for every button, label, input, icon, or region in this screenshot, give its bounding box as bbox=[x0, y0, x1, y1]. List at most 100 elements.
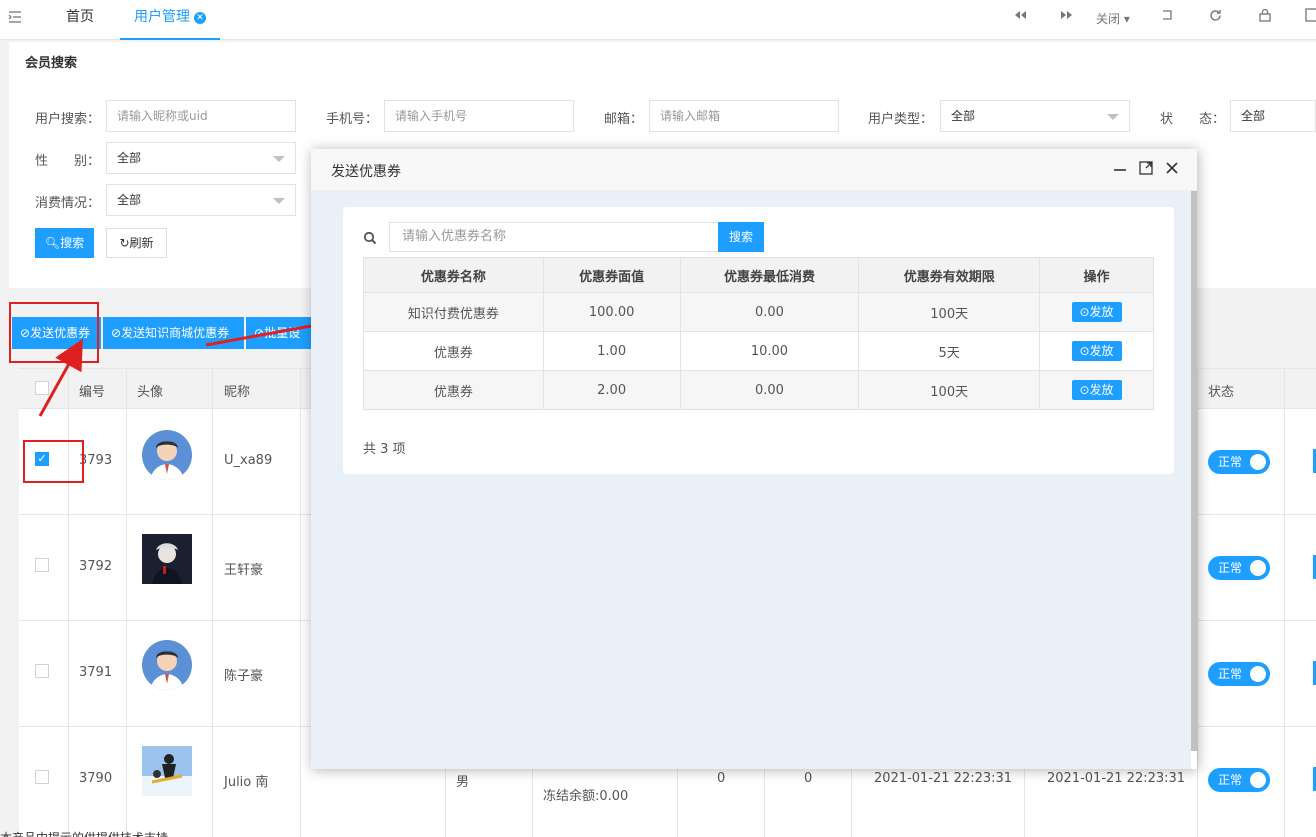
pagination-total: 共 3 项 bbox=[363, 442, 406, 457]
consume-select[interactable]: 全部 bbox=[106, 184, 296, 216]
table-row: 知识付费优惠券 100.00 0.00 100天 ⊙发放 bbox=[363, 292, 1154, 332]
user-search-input[interactable]: 请输入昵称或uid bbox=[106, 100, 296, 132]
phone-label: 手机号： bbox=[326, 112, 379, 127]
row-id: 3790 bbox=[79, 771, 113, 786]
phone-input[interactable]: 请输入手机号 bbox=[384, 100, 574, 132]
maximize-icon[interactable] bbox=[1137, 160, 1155, 178]
refresh-icon[interactable] bbox=[1208, 8, 1223, 27]
back-icon[interactable] bbox=[1160, 8, 1174, 26]
batch-action-button[interactable]: ⊘批量设 bbox=[246, 317, 311, 349]
row-time-2: 2021-01-21 22:23:31 bbox=[1047, 771, 1186, 786]
dialog-header: 发送优惠券 bbox=[311, 149, 1197, 191]
select-all-checkbox[interactable] bbox=[35, 381, 49, 395]
status-toggle-label: 正常 bbox=[1218, 561, 1243, 575]
issue-label: 发放 bbox=[1089, 305, 1114, 319]
status-toggle[interactable]: 正常 bbox=[1208, 768, 1270, 792]
close-icon[interactable] bbox=[1163, 160, 1181, 178]
header-action: 操作 bbox=[1039, 257, 1154, 293]
panel-title: 会员搜索 bbox=[25, 56, 78, 71]
toggle-knob bbox=[1250, 454, 1266, 470]
issue-label: 发放 bbox=[1089, 344, 1114, 358]
issue-button[interactable]: ⊙发放 bbox=[1071, 341, 1122, 361]
coupon-name: 优惠券 bbox=[363, 331, 544, 371]
coupon-table-header: 优惠券名称 优惠券面值 优惠券最低消费 优惠券有效期限 操作 bbox=[363, 257, 1154, 293]
tab-user-management[interactable]: 用户管理 ✕ bbox=[120, 0, 220, 40]
row-nickname: 陈子豪 bbox=[224, 669, 264, 684]
issue-label: 发放 bbox=[1089, 383, 1114, 397]
gender-select[interactable]: 全部 bbox=[106, 142, 296, 174]
user-type-select[interactable]: 全部 bbox=[940, 100, 1130, 132]
refresh-button-label: 刷新 bbox=[129, 236, 154, 250]
coupon-value: 100.00 bbox=[542, 292, 681, 332]
coupon-search-button[interactable]: 搜索 bbox=[718, 222, 764, 252]
send-knowledge-coupon-button[interactable]: ⊘发送知识商城优惠券 bbox=[103, 317, 244, 349]
coupon-action-cell: ⊙发放 bbox=[1039, 331, 1154, 371]
status-toggle-label: 正常 bbox=[1218, 455, 1243, 469]
lock-icon[interactable] bbox=[1258, 8, 1272, 26]
caret-down-icon bbox=[273, 156, 285, 162]
gender-value: 全部 bbox=[117, 151, 142, 165]
header-status: 状态 bbox=[1208, 385, 1235, 400]
search-icon: 🔍︎ bbox=[44, 236, 61, 250]
header-validity: 优惠券有效期限 bbox=[858, 257, 1041, 293]
close-tabs-dropdown[interactable]: 关闭 ▾ bbox=[1096, 10, 1130, 27]
status-select[interactable]: 全部 bbox=[1230, 100, 1316, 132]
page-prev-icon[interactable] bbox=[1013, 8, 1027, 26]
fullscreen-icon[interactable] bbox=[1305, 8, 1316, 26]
tab-home[interactable]: 首页 bbox=[66, 0, 94, 40]
chevron-down-icon: ▾ bbox=[1123, 12, 1130, 26]
search-button[interactable]: 🔍︎搜索 bbox=[35, 228, 94, 258]
page-next-icon[interactable] bbox=[1060, 8, 1074, 26]
issue-button[interactable]: ⊙发放 bbox=[1071, 380, 1122, 400]
avatar bbox=[142, 640, 192, 690]
annotation-box-checkbox bbox=[23, 440, 84, 483]
annotation-box-send-button bbox=[9, 302, 99, 363]
dialog-scrollbar[interactable] bbox=[1191, 191, 1197, 751]
col-divider bbox=[212, 369, 213, 837]
menu-toggle-icon[interactable] bbox=[8, 10, 24, 26]
row-frozen-balance: 冻结余额:0.00 bbox=[543, 789, 629, 804]
gender-label: 性 别： bbox=[35, 154, 101, 169]
avatar bbox=[142, 430, 192, 480]
coupon-value: 1.00 bbox=[542, 331, 681, 371]
search-icon bbox=[363, 231, 377, 245]
coupon-validity: 100天 bbox=[858, 292, 1041, 332]
coupon-min: 0.00 bbox=[679, 292, 860, 332]
email-label: 邮箱： bbox=[604, 112, 644, 127]
toggle-knob bbox=[1250, 666, 1266, 682]
header-avatar: 头像 bbox=[137, 385, 164, 400]
row-time-1: 2021-01-21 22:23:31 bbox=[874, 771, 1013, 786]
status-toggle[interactable]: 正常 bbox=[1208, 556, 1270, 580]
tab-close-icon[interactable]: ✕ bbox=[194, 12, 206, 24]
check-circle-icon: ⊘ bbox=[254, 326, 265, 340]
coupon-table: 优惠券名称 优惠券面值 优惠券最低消费 优惠券有效期限 操作 知识付费优惠券 1… bbox=[363, 257, 1154, 410]
refresh-button[interactable]: ↻刷新 bbox=[106, 228, 167, 258]
coupon-action-cell: ⊙发放 bbox=[1039, 370, 1154, 410]
status-toggle[interactable]: 正常 bbox=[1208, 450, 1270, 474]
status-toggle-label: 正常 bbox=[1218, 667, 1243, 681]
avatar bbox=[142, 534, 192, 584]
row-checkbox[interactable] bbox=[35, 770, 49, 784]
coupon-min: 0.00 bbox=[679, 370, 860, 410]
row-id: 3792 bbox=[79, 559, 113, 574]
row-checkbox[interactable] bbox=[35, 664, 49, 678]
email-input[interactable]: 请输入邮箱 bbox=[649, 100, 839, 132]
minimize-icon[interactable] bbox=[1111, 160, 1129, 178]
status-toggle-label: 正常 bbox=[1218, 773, 1243, 787]
coupon-search-input[interactable]: 请输入优惠券名称 bbox=[389, 222, 719, 252]
row-count-a: 0 bbox=[717, 771, 726, 786]
coupon-validity: 100天 bbox=[858, 370, 1041, 410]
status-toggle[interactable]: 正常 bbox=[1208, 662, 1270, 686]
send-coupon-dialog: 发送优惠券 请输入优惠券名称 搜索 优惠券名称 优惠券面值 优惠券最低消费 优惠… bbox=[311, 149, 1197, 769]
send-knowledge-coupon-label: 发送知识商城优惠券 bbox=[121, 326, 230, 340]
issue-button[interactable]: ⊙发放 bbox=[1071, 302, 1122, 322]
toggle-knob bbox=[1250, 560, 1266, 576]
table-row: 优惠券 1.00 10.00 5天 ⊙发放 bbox=[363, 331, 1154, 371]
row-checkbox[interactable] bbox=[35, 558, 49, 572]
refresh-small-icon: ↻ bbox=[119, 236, 130, 250]
coupon-name: 知识付费优惠券 bbox=[363, 292, 544, 332]
issue-icon: ⊙ bbox=[1079, 305, 1090, 319]
consume-label: 消费情况： bbox=[35, 196, 101, 211]
col-divider bbox=[1284, 369, 1285, 837]
coupon-action-cell: ⊙发放 bbox=[1039, 292, 1154, 332]
